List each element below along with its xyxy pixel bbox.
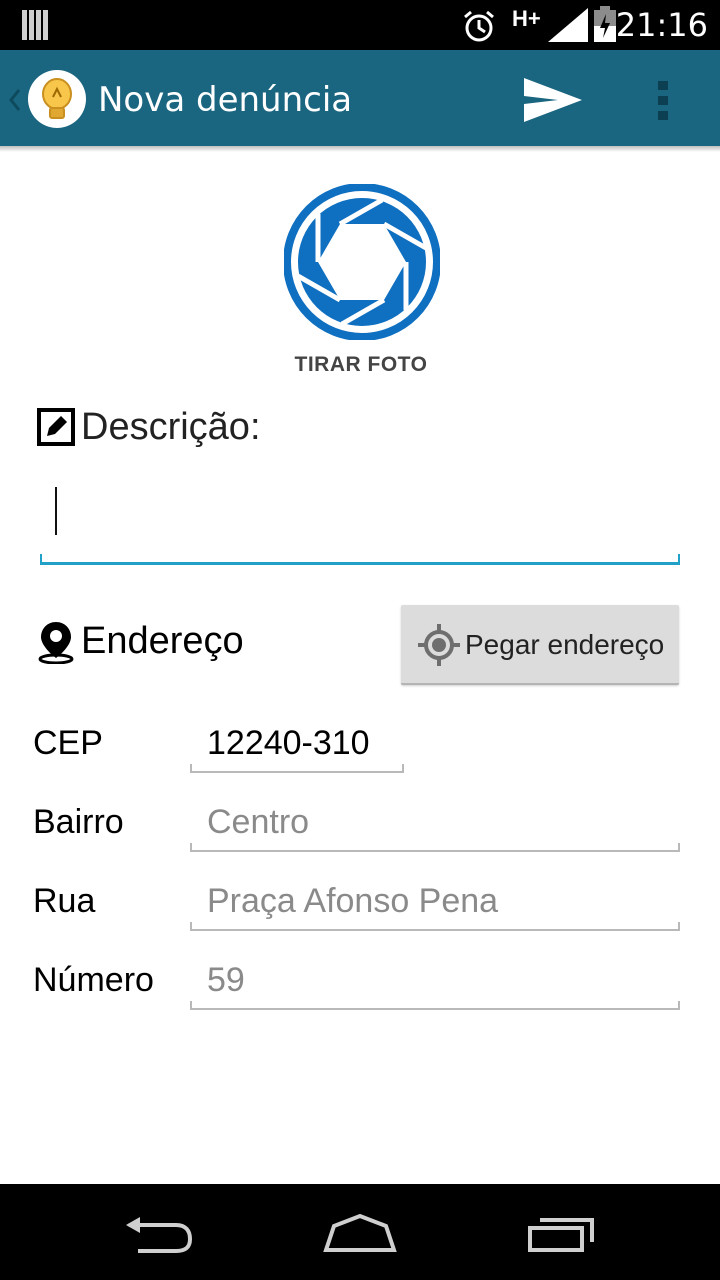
- description-underline-tick-right: [678, 554, 680, 564]
- sim-card-icon: [22, 10, 48, 40]
- back-chevron-icon[interactable]: [8, 88, 22, 112]
- bairro-underline: [190, 850, 680, 852]
- edit-icon: [37, 408, 75, 446]
- camera-shutter-icon: [284, 184, 440, 340]
- bairro-input[interactable]: Centro: [190, 793, 680, 853]
- home-icon[interactable]: [322, 1212, 398, 1254]
- my-location-icon: [418, 624, 460, 666]
- rua-underline: [190, 929, 680, 931]
- rua-tick-left: [190, 922, 192, 931]
- numero-input[interactable]: 59: [190, 951, 680, 1011]
- text-cursor: [55, 487, 57, 535]
- back-icon[interactable]: [124, 1215, 196, 1255]
- status-time: 21:16: [615, 6, 708, 44]
- take-photo-label: TIRAR FOTO: [294, 353, 428, 376]
- description-label: Descrição:: [81, 406, 261, 448]
- action-bar-shadow: [0, 146, 720, 152]
- alarm-icon: [464, 10, 494, 42]
- cep-underline: [190, 771, 404, 773]
- rua-tick-right: [678, 922, 680, 931]
- bairro-tick-left: [190, 843, 192, 852]
- status-bar: H+ 21:16: [0, 0, 720, 50]
- signal-icon: [548, 8, 588, 42]
- description-input[interactable]: [40, 470, 680, 565]
- bairro-label: Bairro: [33, 803, 124, 841]
- description-underline-tick-left: [40, 554, 42, 564]
- get-address-button-label: Pegar endereço: [465, 629, 665, 660]
- cep-tick-right: [402, 764, 404, 773]
- bairro-value: Centro: [207, 803, 310, 841]
- network-type: H+: [512, 6, 541, 31]
- numero-tick-right: [678, 1001, 680, 1010]
- take-photo-button[interactable]: TIRAR FOTO: [276, 178, 446, 388]
- battery-icon: [594, 6, 616, 42]
- numero-underline: [190, 1008, 680, 1010]
- send-icon[interactable]: [524, 78, 582, 122]
- rua-input[interactable]: Praça Afonso Pena: [190, 872, 680, 932]
- recent-apps-icon[interactable]: [526, 1214, 598, 1254]
- screen-title: Nova denúncia: [98, 80, 353, 120]
- app-logo-icon[interactable]: [27, 69, 87, 129]
- cep-value: 12240-310: [207, 724, 370, 762]
- bairro-tick-right: [678, 843, 680, 852]
- cep-tick-left: [190, 764, 192, 773]
- numero-tick-left: [190, 1001, 192, 1010]
- numero-value: 59: [207, 961, 245, 999]
- address-label: Endereço: [81, 620, 244, 662]
- overflow-menu-icon[interactable]: [656, 79, 670, 121]
- cep-input[interactable]: 12240-310: [190, 714, 404, 774]
- cep-label: CEP: [33, 724, 103, 762]
- location-pin-icon: [38, 622, 74, 664]
- rua-value: Praça Afonso Pena: [207, 882, 499, 920]
- description-underline: [40, 562, 680, 565]
- numero-label: Número: [33, 961, 154, 999]
- rua-label: Rua: [33, 882, 96, 920]
